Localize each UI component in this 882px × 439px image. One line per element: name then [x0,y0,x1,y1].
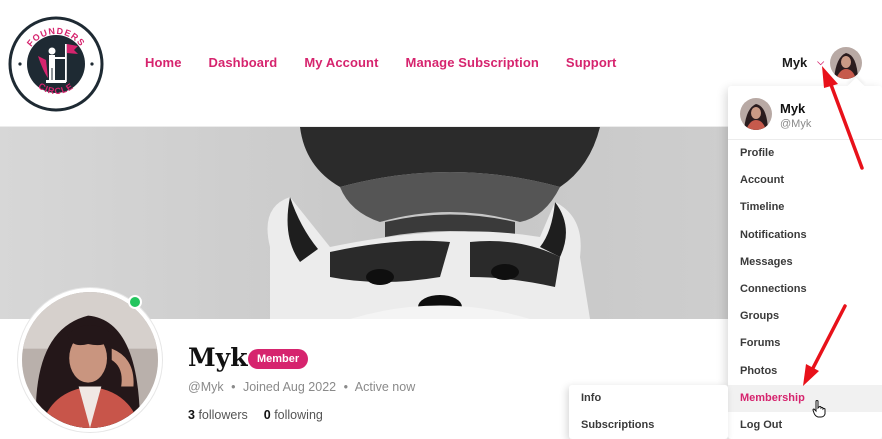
online-status-indicator [128,295,142,309]
nav-manage-subscription-link[interactable]: Manage Subscription [406,55,539,70]
user-menu-toggle[interactable]: Myk ⌵ [782,55,824,70]
submenu-item-subscriptions[interactable]: Subscriptions [569,412,728,439]
main-nav: Home Dashboard My Account Manage Subscri… [145,55,643,70]
profile-display-name: Myk [188,343,248,372]
followers-link[interactable]: 3 followers [188,408,248,422]
meta-separator: • [231,380,236,394]
followers-label: followers [198,408,248,422]
dropdown-user-name: Myk [780,101,806,116]
dropdown-list: Profile Account Timeline Notifications M… [728,140,882,439]
menu-item-forums[interactable]: Forums [728,330,882,357]
menu-item-photos[interactable]: Photos [728,358,882,385]
profile-status: Active now [354,380,416,394]
menu-item-timeline[interactable]: Timeline [728,194,882,221]
following-count: 0 [263,408,271,422]
nav-support-link[interactable]: Support [566,55,617,70]
header-avatar[interactable] [830,47,862,79]
menu-item-membership[interactable]: Membership [728,384,882,412]
nav-my-account-link[interactable]: My Account [304,55,378,70]
member-badge: Member [248,349,309,369]
menu-item-connections[interactable]: Connections [728,276,882,303]
nav-home-link[interactable]: Home [145,55,182,70]
meta-separator: • [343,380,348,394]
dropdown-avatar [740,98,772,130]
profile-meta: @Myk • Joined Aug 2022 • Active now [188,380,415,394]
account-dropdown-menu: Myk @Myk Profile Account Timeline Notifi… [728,86,882,439]
menu-item-messages[interactable]: Messages [728,249,882,276]
profile-avatar[interactable] [18,288,162,432]
user-menu-name[interactable]: Myk [782,55,807,70]
profile-handle: @Myk [188,380,224,394]
dropdown-user-header[interactable]: Myk @Myk [728,86,882,140]
page: FOUNDERS CIRCLE Home Dashboard My Accoun… [0,0,882,439]
menu-item-notifications[interactable]: Notifications [728,222,882,249]
follow-stats: 3 followers 0 following [188,408,323,422]
menu-item-account[interactable]: Account [728,167,882,194]
submenu-item-info[interactable]: Info [569,385,728,412]
dropdown-user-handle: @Myk [780,118,812,130]
following-link[interactable]: 0 following [264,408,323,422]
nav-dashboard-link[interactable]: Dashboard [209,55,278,70]
menu-item-log-out[interactable]: Log Out [728,412,882,439]
chevron-down-icon[interactable]: ⌵ [817,57,824,68]
founders-circle-logo[interactable]: FOUNDERS CIRCLE [8,16,104,112]
menu-item-groups[interactable]: Groups [728,303,882,330]
menu-item-profile[interactable]: Profile [728,140,882,167]
profile-joined: Joined Aug 2022 [242,380,337,394]
membership-submenu: Info Subscriptions [569,385,728,439]
followers-count: 3 [188,408,195,422]
hand-pointer-icon [812,400,826,418]
following-label: following [274,408,323,422]
